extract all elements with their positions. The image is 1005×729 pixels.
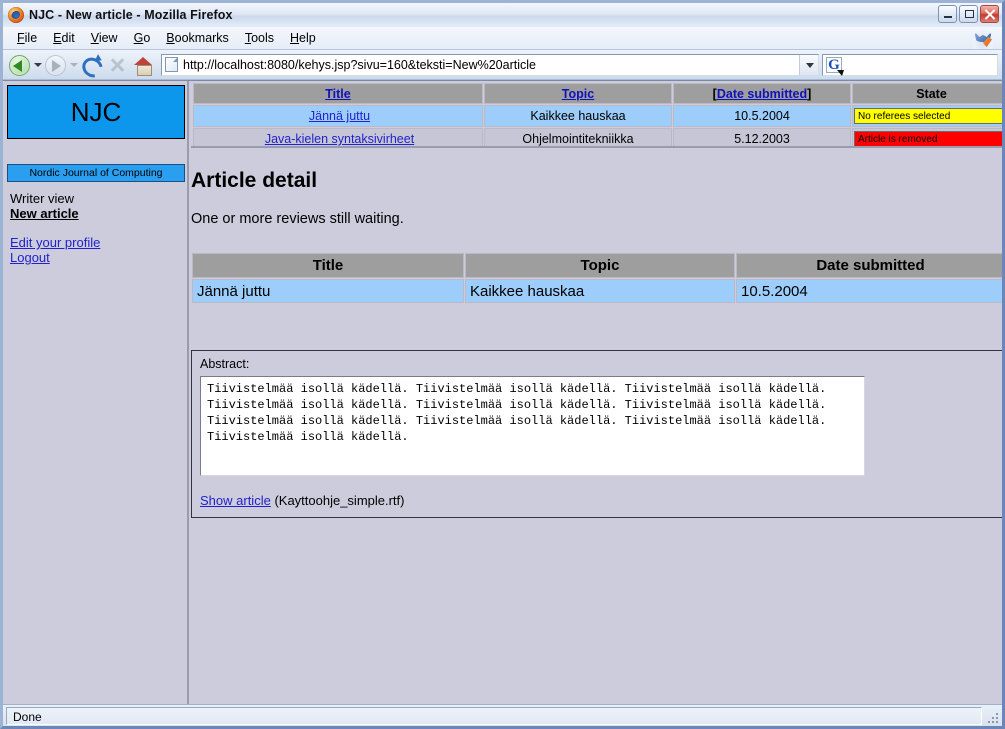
main-frame: Article detail One or more reviews still… (191, 151, 1002, 704)
detail-row: Jännä juttu Kaikkee hauskaa 10.5.2004 (192, 279, 1002, 303)
back-arrow-glyph (13, 60, 22, 72)
show-article-link[interactable]: Show article (200, 493, 271, 508)
back-button[interactable] (7, 52, 32, 77)
cell-title[interactable]: Jännä juttu (193, 105, 483, 127)
menu-go[interactable]: Go (126, 29, 159, 47)
abstract-label: Abstract: (200, 357, 250, 371)
page-title: Article detail (191, 169, 318, 192)
cell-date: 10.5.2004 (673, 105, 851, 127)
column-header-state: State (852, 83, 1002, 104)
window-controls (938, 5, 999, 23)
browser-window: NJC - New article - Mozilla Firefox File… (0, 0, 1005, 729)
menu-bookmarks[interactable]: Bookmarks (158, 29, 237, 47)
forward-button[interactable] (43, 52, 68, 77)
minimize-button[interactable] (938, 5, 957, 23)
address-bar[interactable]: http://localhost:8080/kehys.jsp?sivu=160… (161, 53, 819, 76)
google-g-icon[interactable]: G (826, 56, 844, 76)
review-status-message: One or more reviews still waiting. (191, 211, 404, 227)
status-badge: No referees selected (854, 108, 1002, 124)
maximize-button[interactable] (959, 5, 978, 23)
menu-tools[interactable]: Tools (237, 29, 282, 47)
detail-cell-topic: Kaikkee hauskaa (465, 279, 735, 303)
stop-button[interactable] (105, 52, 130, 77)
page-content: NJC Nordic Journal of Computing Writer v… (3, 80, 1002, 704)
table-header-row: Title Topic [Date submitted] State (193, 83, 1002, 104)
back-history-dropdown[interactable] (33, 52, 42, 77)
abstract-textarea[interactable] (200, 376, 865, 476)
article-link[interactable]: Java-kielen syntaksivirheet (265, 132, 414, 146)
attachment-line: Show article (Kayttoohje_simple.rtf) (200, 493, 995, 508)
table-row[interactable]: Jännä juttu Kaikkee hauskaa 10.5.2004 No… (193, 105, 1002, 127)
menu-bar: File Edit View Go Bookmarks Tools Help (3, 27, 1002, 50)
forward-arrow-glyph (52, 60, 61, 72)
navigation-toolbar: http://localhost:8080/kehys.jsp?sivu=160… (3, 50, 1002, 80)
sidebar-item-edit-profile[interactable]: Edit your profile (10, 235, 187, 250)
njc-logo[interactable]: NJC (7, 85, 185, 139)
journal-banner[interactable]: Nordic Journal of Computing (7, 164, 185, 182)
article-list-table: Title Topic [Date submitted] State Jännä… (192, 82, 1002, 146)
abstract-panel: Abstract: Show article (Kayttoohje_simpl… (191, 350, 1002, 518)
window-title: NJC - New article - Mozilla Firefox (29, 8, 233, 22)
sidebar-frame: NJC Nordic Journal of Computing Writer v… (3, 81, 189, 704)
sidebar-links: Edit your profile Logout (7, 235, 187, 265)
cell-topic: Ohjelmointitekniikka (484, 128, 672, 146)
status-bar: Done (3, 704, 1002, 726)
home-icon (134, 57, 153, 76)
detail-cell-date: 10.5.2004 (736, 279, 1002, 303)
sort-link-topic[interactable]: Topic (562, 87, 594, 101)
search-bar[interactable]: G (822, 53, 998, 76)
sort-link-date-submitted[interactable]: Date submitted (717, 87, 807, 101)
cell-topic: Kaikkee hauskaa (484, 105, 672, 127)
url-text[interactable]: http://localhost:8080/kehys.jsp?sivu=160… (183, 58, 799, 72)
menu-edit[interactable]: Edit (45, 29, 83, 47)
sort-link-title[interactable]: Title (325, 87, 350, 101)
cell-state: No referees selected (852, 105, 1002, 127)
menu-file[interactable]: File (9, 29, 45, 47)
reload-button[interactable] (79, 52, 104, 77)
status-message: Done (6, 706, 982, 725)
attachment-filename: (Kayttoohje_simple.rtf) (274, 493, 405, 508)
sidebar-item-logout[interactable]: Logout (10, 250, 187, 265)
firefox-logo-icon (972, 28, 994, 49)
table-row[interactable]: Java-kielen syntaksivirheet Ohjelmointit… (193, 128, 1002, 146)
detail-header-row: Title Topic Date submitted (192, 253, 1002, 278)
article-detail-table: Title Topic Date submitted Jännä juttu K… (191, 252, 1002, 304)
detail-cell-title: Jännä juttu (192, 279, 464, 303)
article-link[interactable]: Jännä juttu (309, 109, 370, 123)
detail-column-title: Title (192, 253, 464, 278)
detail-column-date-submitted: Date submitted (736, 253, 1002, 278)
cell-title[interactable]: Java-kielen syntaksivirheet (193, 128, 483, 146)
close-button[interactable] (980, 5, 999, 23)
cell-date: 5.12.2003 (673, 128, 851, 146)
resize-grip-icon[interactable] (982, 707, 999, 724)
home-button[interactable] (131, 52, 156, 77)
title-bar: NJC - New article - Mozilla Firefox (3, 3, 1002, 27)
detail-column-topic: Topic (465, 253, 735, 278)
sidebar-item-new-article[interactable]: New article (10, 206, 79, 221)
forward-history-dropdown[interactable] (69, 52, 78, 77)
menu-help[interactable]: Help (282, 29, 324, 47)
reload-icon (82, 56, 101, 74)
column-header-date-submitted[interactable]: [Date submitted] (673, 83, 851, 104)
status-badge: Article is removed (854, 131, 1002, 146)
column-header-title[interactable]: Title (193, 83, 483, 104)
menu-view[interactable]: View (83, 29, 126, 47)
article-list-frame: Title Topic [Date submitted] State Jännä… (191, 81, 1002, 148)
chevron-down-icon[interactable] (799, 54, 818, 75)
writer-view-label: Writer view (10, 191, 75, 206)
column-header-topic[interactable]: Topic (484, 83, 672, 104)
cell-state: Article is removed (852, 128, 1002, 146)
page-icon (165, 57, 178, 72)
firefox-icon (8, 7, 24, 23)
stop-icon (109, 57, 126, 73)
